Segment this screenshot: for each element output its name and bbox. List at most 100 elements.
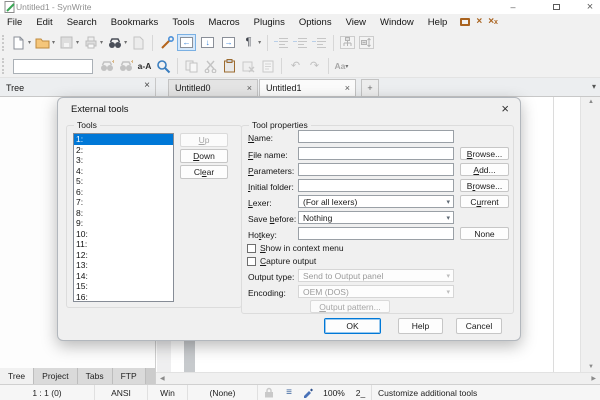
lexer-dropdown[interactable]: (For all lexers) ▾ bbox=[298, 195, 454, 208]
tools-list-item[interactable]: 4: bbox=[74, 166, 173, 177]
tools-list-item[interactable]: 2: bbox=[74, 145, 173, 156]
vertical-scrollbar[interactable]: ▲ ▼ bbox=[580, 97, 600, 372]
none-hotkey-button[interactable]: None bbox=[460, 227, 509, 240]
menu-item[interactable]: Plugins bbox=[247, 15, 292, 30]
horizontal-scrollbar[interactable]: ◀ ▶ bbox=[156, 372, 600, 384]
close-tab-icon[interactable]: × bbox=[476, 18, 482, 26]
menu-item[interactable]: View bbox=[339, 15, 373, 30]
tools-listbox[interactable]: 1:2:3:4:5:6:7:8:9:10:11:12:13:14:15:16: bbox=[73, 133, 174, 302]
toggle-left-panel-button[interactable]: ← bbox=[177, 34, 196, 51]
down-button[interactable]: Down bbox=[180, 149, 228, 163]
bottom-panel-tab[interactable]: Tabs bbox=[78, 368, 113, 384]
undo-button[interactable]: ↶ bbox=[286, 57, 305, 76]
toolbar-grip[interactable] bbox=[2, 35, 7, 51]
lexer-indicator[interactable]: (None) bbox=[188, 385, 258, 400]
output-pattern-button[interactable]: Output pattern... bbox=[310, 300, 390, 313]
unindent-block-button[interactable] bbox=[291, 33, 310, 52]
scroll-left-icon[interactable]: ◀ bbox=[160, 375, 165, 382]
bottom-panel-tab[interactable]: Project bbox=[34, 368, 77, 384]
tools-list-item[interactable]: 10: bbox=[74, 229, 173, 240]
menu-item[interactable]: Macros bbox=[202, 15, 247, 30]
clear-button[interactable]: Clear bbox=[180, 165, 228, 179]
tools-list-item[interactable]: 9: bbox=[74, 218, 173, 229]
toolbar-grip[interactable] bbox=[2, 58, 7, 74]
initial-folder-input[interactable] bbox=[298, 179, 454, 192]
menu-item[interactable]: File bbox=[0, 15, 29, 30]
browse-folder-button[interactable]: Browse... bbox=[460, 179, 509, 192]
browse-file-button[interactable]: Browse... bbox=[460, 147, 509, 160]
find-button[interactable] bbox=[105, 33, 124, 52]
close-all-tabs-icon[interactable]: ×x bbox=[488, 18, 498, 27]
show-in-context-menu-checkbox[interactable] bbox=[247, 244, 256, 253]
add-parameter-button[interactable]: Add... bbox=[460, 163, 509, 176]
hotkey-input[interactable] bbox=[298, 227, 454, 240]
tools-list-item[interactable]: 14: bbox=[74, 271, 173, 282]
external-tools-button[interactable] bbox=[157, 33, 176, 52]
tools-list-item[interactable]: 15: bbox=[74, 281, 173, 292]
zoom-indicator[interactable]: 100% bbox=[318, 385, 350, 400]
find-prev-button[interactable] bbox=[116, 57, 135, 76]
indent-options-button[interactable] bbox=[310, 33, 329, 52]
find-dropdown-icon[interactable]: ▾ bbox=[124, 39, 127, 46]
print-dropdown-icon[interactable]: ▾ bbox=[100, 39, 103, 46]
bottom-panel-tab[interactable]: Tree bbox=[0, 368, 34, 384]
current-lexer-button[interactable]: Current bbox=[460, 195, 509, 208]
menu-item[interactable]: Edit bbox=[29, 15, 59, 30]
tab-untitled0[interactable]: Untitled0 × bbox=[168, 79, 258, 97]
tab-untitled1[interactable]: Untitled1 × bbox=[259, 79, 356, 97]
wrap-cell[interactable]: ≡ bbox=[280, 385, 298, 400]
tab-close-icon[interactable]: × bbox=[345, 83, 350, 93]
save-before-dropdown[interactable]: Nothing ▾ bbox=[298, 211, 454, 224]
capture-output-checkbox[interactable] bbox=[247, 257, 256, 266]
quick-search-input[interactable] bbox=[13, 59, 93, 74]
tools-list-item[interactable]: 11: bbox=[74, 239, 173, 250]
maximize-editor-icon[interactable] bbox=[460, 18, 470, 26]
cut-button[interactable] bbox=[201, 57, 220, 76]
name-input[interactable] bbox=[298, 130, 454, 143]
show-nonprinted-button[interactable]: ¶ bbox=[239, 33, 258, 52]
minimize-button[interactable]: – bbox=[500, 0, 526, 13]
tools-list-item[interactable]: 16: bbox=[74, 292, 173, 303]
scroll-down-icon[interactable]: ▼ bbox=[581, 364, 600, 370]
save-dropdown-icon[interactable]: ▾ bbox=[76, 39, 79, 46]
menu-item[interactable]: Search bbox=[60, 15, 104, 30]
tab-list-dropdown-icon[interactable]: ▾ bbox=[592, 82, 596, 91]
toggle-bottom-panel-button[interactable]: ↓ bbox=[198, 34, 217, 51]
tools-list-item[interactable]: 3: bbox=[74, 155, 173, 166]
find-next-button[interactable] bbox=[97, 57, 116, 76]
nonprinted-dropdown-icon[interactable]: ▾ bbox=[258, 39, 261, 46]
change-case-button[interactable]: a-A bbox=[135, 57, 154, 76]
menu-item[interactable]: Window bbox=[373, 15, 421, 30]
maximize-button[interactable] bbox=[543, 0, 569, 13]
tools-list-item[interactable]: 7: bbox=[74, 197, 173, 208]
highlight-cell[interactable] bbox=[298, 385, 318, 400]
readonly-lock-cell[interactable] bbox=[258, 385, 280, 400]
scroll-right-icon[interactable]: ▶ bbox=[591, 375, 596, 382]
ok-button[interactable]: OK bbox=[324, 318, 381, 334]
new-tab-button[interactable]: + bbox=[361, 79, 379, 97]
case-menu-button[interactable]: Aa ▾ bbox=[333, 57, 352, 76]
dialog-close-icon[interactable]: × bbox=[501, 101, 509, 116]
redo-button[interactable]: ↷ bbox=[305, 57, 324, 76]
tools-list-item[interactable]: 6: bbox=[74, 187, 173, 198]
open-file-button[interactable] bbox=[33, 33, 52, 52]
tab-close-icon[interactable]: × bbox=[247, 83, 252, 93]
open-file-dropdown-icon[interactable]: ▾ bbox=[52, 39, 55, 46]
menu-item[interactable]: Bookmarks bbox=[104, 15, 166, 30]
toggle-right-panel-button[interactable]: → bbox=[219, 34, 238, 51]
new-file-button[interactable] bbox=[9, 33, 28, 52]
cancel-button[interactable]: Cancel bbox=[456, 318, 502, 334]
select-all-button[interactable] bbox=[258, 57, 277, 76]
tree-panel-close-icon[interactable]: × bbox=[144, 80, 150, 91]
up-button[interactable]: Up bbox=[180, 133, 228, 147]
paste-button[interactable] bbox=[220, 57, 239, 76]
tree-collapse-button[interactable] bbox=[357, 33, 376, 52]
zoom-button[interactable] bbox=[154, 57, 173, 76]
menu-item[interactable]: Help bbox=[421, 15, 455, 30]
save-button[interactable] bbox=[57, 33, 76, 52]
bottom-panel-tab[interactable]: FTP bbox=[113, 368, 146, 384]
tools-list-item[interactable]: 5: bbox=[74, 176, 173, 187]
menu-item[interactable]: Options bbox=[292, 15, 339, 30]
line-ends-indicator[interactable]: Win bbox=[148, 385, 188, 400]
help-button[interactable]: Help bbox=[398, 318, 443, 334]
